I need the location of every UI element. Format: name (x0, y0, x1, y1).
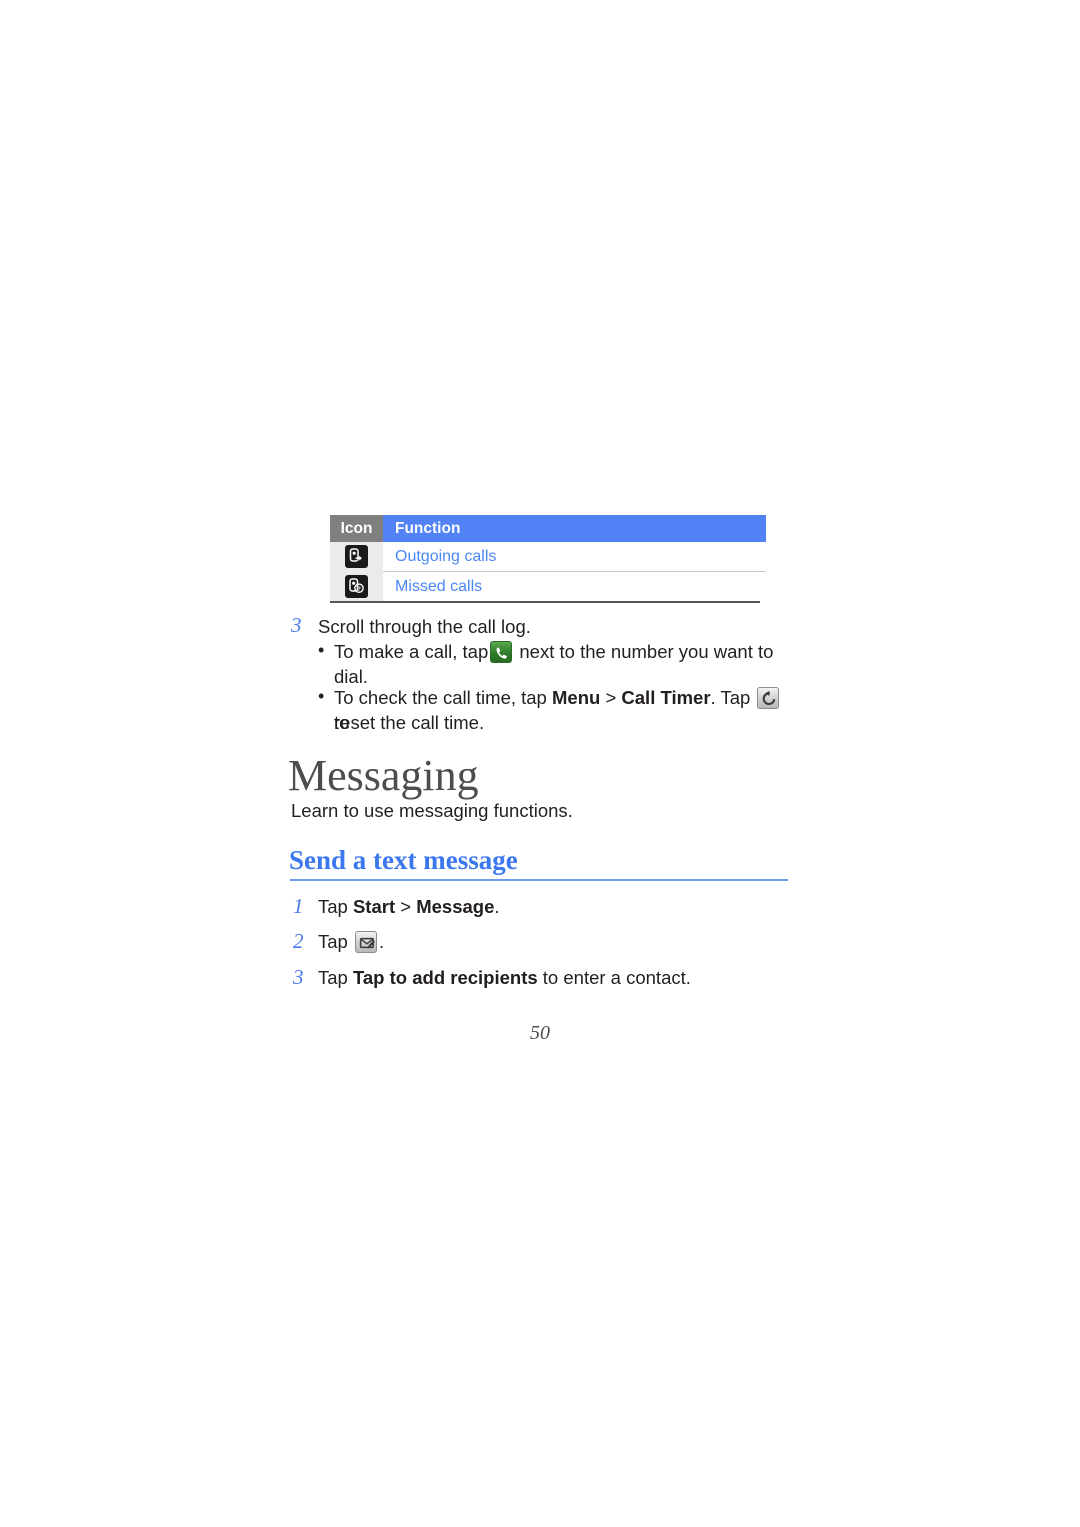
step-text-add-recipients: Tap Tap to add recipients to enter a con… (318, 966, 691, 990)
step-suffix: . (494, 896, 500, 917)
step-prefix: Tap (318, 896, 353, 917)
step-text-tap-start-message: Tap Start > Message. (318, 895, 500, 919)
bullet-text-suffix: next to the number you want to (519, 641, 774, 662)
outgoing-calls-icon (345, 545, 368, 569)
table-header-row: Icon Function (330, 515, 766, 542)
compose-message-icon (354, 931, 377, 953)
step-bold-start: Start (352, 896, 396, 917)
column-header-icon: Icon (330, 515, 383, 542)
green-call-icon (490, 641, 513, 663)
table-cell-function: Outgoing calls (383, 542, 766, 572)
bullet-item-make-call: To make a call, tap next to the number y… (334, 639, 784, 664)
step-prefix: Tap (318, 931, 353, 952)
table-row: Outgoing calls (330, 542, 766, 572)
icon-function-table: Icon Function Outgoing calls ? Missed ca… (330, 515, 766, 601)
svg-text:?: ? (357, 586, 361, 593)
step-bold-message: Message (416, 896, 495, 917)
manual-page: Icon Function Outgoing calls ? Missed ca… (0, 0, 1080, 1527)
subsection-title: Send a text message (289, 845, 518, 875)
missed-calls-icon: ? (345, 574, 368, 598)
step-number: 2 (293, 929, 304, 953)
bullet-marker: • (318, 686, 325, 706)
bullet-separator: > (605, 687, 617, 708)
bullet-marker: • (318, 640, 325, 660)
bullet-bold-menu: Menu (552, 687, 601, 708)
reset-icon (757, 687, 780, 709)
step-number: 1 (293, 894, 304, 918)
table-cell-icon (330, 542, 383, 572)
bullet-item-call-timer-cont: reset the call time. (334, 712, 485, 733)
subsection-rule (290, 879, 788, 881)
bullet-text-prefix: To check the call time, tap (334, 687, 547, 708)
table-cell-function: Missed calls (383, 571, 766, 601)
step-number: 3 (293, 965, 304, 989)
page-title: Messaging (288, 751, 479, 800)
step-bold-add-recipients: Tap to add recipients (352, 967, 538, 988)
table-cell-icon: ? (330, 571, 383, 601)
step-text: Scroll through the call log. (318, 616, 531, 637)
bullet-bold-call-timer: Call Timer (621, 687, 711, 708)
table-bottom-rule (330, 601, 760, 603)
step-separator: > (395, 896, 417, 917)
bullet-text-prefix: To make a call, tap (334, 641, 489, 662)
section-subtitle: Learn to use messaging functions. (291, 800, 573, 821)
step-prefix: Tap (318, 967, 353, 988)
step-text-tap-compose: Tap . (318, 930, 384, 954)
table-row: ? Missed calls (330, 571, 766, 601)
step-number: 3 (291, 613, 302, 637)
step-suffix: . (378, 931, 385, 952)
column-header-function: Function (383, 515, 766, 542)
page-number: 50 (530, 1022, 550, 1044)
bullet-mid-text: . Tap (710, 687, 751, 708)
step-suffix: to enter a contact. (537, 967, 691, 988)
